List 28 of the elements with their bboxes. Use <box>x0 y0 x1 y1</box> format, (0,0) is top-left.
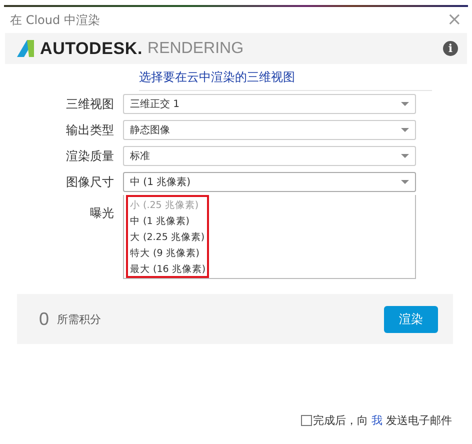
field-label: 图像尺寸 <box>65 174 115 190</box>
email-option-text: 完成后，向 我 发送电子邮件 <box>313 413 452 428</box>
dropdown-option[interactable]: 最大 (16 兆像素) <box>128 262 411 277</box>
dropdown-field[interactable]: 静态图像 <box>123 120 416 140</box>
field-label: 渲染质量 <box>65 148 115 164</box>
checkbox[interactable] <box>301 415 312 426</box>
credits-count: 0 <box>39 308 50 330</box>
caret-icon <box>401 154 409 158</box>
dropdown-option[interactable]: 特大 (9 兆像素) <box>128 246 411 261</box>
caret-icon <box>401 180 409 184</box>
field-label: 曝光 <box>89 205 115 222</box>
dropdown-field[interactable]: 三维正交 1 <box>123 94 416 114</box>
dropdown-option[interactable]: 中 (1 兆像素) <box>128 214 411 229</box>
dropdown-option[interactable]: 大 (2.25 兆像素) <box>128 230 411 245</box>
field-label: 输出类型 <box>65 122 115 138</box>
info-button[interactable]: i <box>443 41 458 56</box>
caret-icon <box>401 128 409 132</box>
product-name: RENDERING <box>148 40 245 58</box>
me-link[interactable]: 我 <box>372 414 382 427</box>
dropdown-field[interactable]: 中 (1 兆像素) <box>123 172 416 192</box>
credits-label: 所需积分 <box>57 312 102 326</box>
field-label: 三维视图 <box>65 96 115 112</box>
logo-icon <box>17 40 34 57</box>
dropdown-field[interactable]: 标准 <box>123 146 416 166</box>
caret-icon <box>401 102 409 106</box>
window-title: 在 Cloud 中渲染 <box>10 12 100 28</box>
section-heading: 选择要在云中渲染的三维视图 <box>139 70 295 84</box>
brand-name: AUTODESK. <box>40 38 143 58</box>
